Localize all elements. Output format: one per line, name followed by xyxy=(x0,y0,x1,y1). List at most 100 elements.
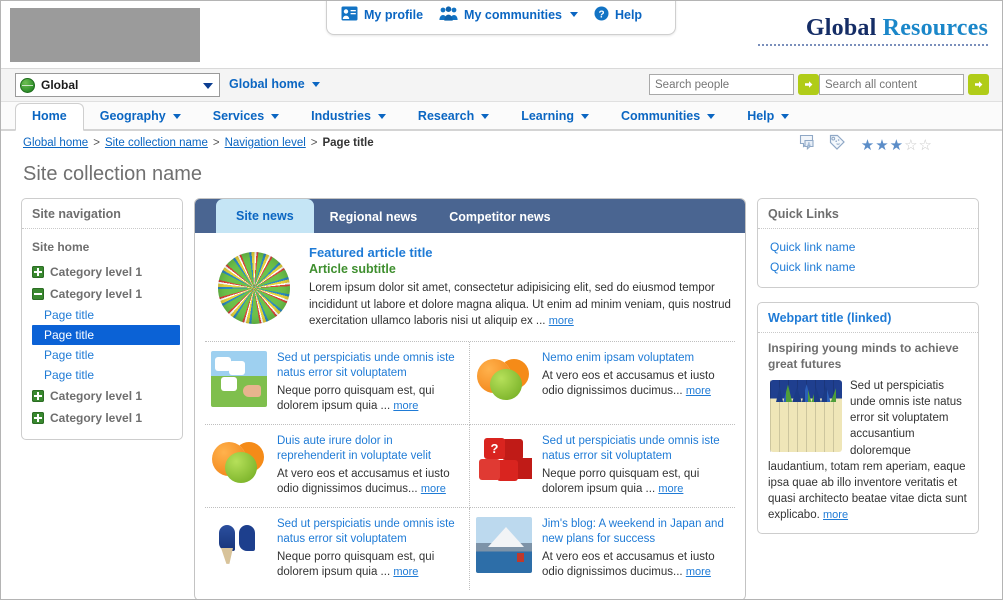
chevron-down-icon xyxy=(377,113,386,119)
sidebar-item-page-1[interactable]: Page title xyxy=(22,305,182,325)
news-tab-site-news[interactable]: Site news xyxy=(216,199,314,233)
crayons-image xyxy=(770,380,842,453)
nav-tab-label: Help xyxy=(747,109,775,123)
nav-tab-research[interactable]: Research xyxy=(402,109,505,129)
featured-article-title[interactable]: Featured article title xyxy=(309,245,731,260)
search-content-group xyxy=(819,74,989,95)
article-title[interactable]: Duis aute irure dolor in reprehenderit i… xyxy=(277,434,461,464)
utility-item-help[interactable]: ? Help xyxy=(594,6,642,24)
breadcrumb-item-current: Page title xyxy=(322,137,374,149)
chevron-down-icon xyxy=(781,113,790,119)
webpart-title-link[interactable]: Webpart title (linked) xyxy=(758,303,978,333)
breadcrumb-separator: > xyxy=(212,137,220,149)
sidebar-item-category-1[interactable]: Category level 1 xyxy=(22,261,182,283)
article-title[interactable]: Sed ut perspiciatis unde omnis iste natu… xyxy=(542,434,727,464)
breadcrumb: Global home > Site collection name > Nav… xyxy=(1,131,1002,155)
sidebar-item-page-2-selected[interactable]: Page title xyxy=(32,325,180,345)
news-tab-regional-news[interactable]: Regional news xyxy=(314,210,434,233)
chevron-down-icon xyxy=(581,113,590,119)
site-header: My profile My communities ? Help Global … xyxy=(1,1,1002,69)
sidebar-item-category-4[interactable]: Category level 1 xyxy=(22,407,182,429)
sidebar-item-category-2[interactable]: Category level 1 xyxy=(22,283,182,305)
mount-fuji-japan-image xyxy=(476,516,532,573)
nav-tab-help[interactable]: Help xyxy=(731,109,805,129)
quick-link-1[interactable]: Quick link name xyxy=(758,237,978,257)
main-navigation: Home Geography Services Industries Resea… xyxy=(1,102,1002,131)
article-title[interactable]: Jim's blog: A weekend in Japan and new p… xyxy=(542,517,727,547)
nav-tab-geography[interactable]: Geography xyxy=(84,109,197,129)
article-more-link[interactable]: more xyxy=(393,400,418,412)
nav-tab-learning[interactable]: Learning xyxy=(505,109,605,129)
globe-icon xyxy=(20,77,35,93)
plus-expand-icon[interactable] xyxy=(32,266,44,278)
article-item: Sed ut perspiciatis unde omnis iste natu… xyxy=(205,342,470,425)
nav-tab-services[interactable]: Services xyxy=(197,109,295,129)
oranges-and-apple-image xyxy=(476,351,532,407)
article-more-link[interactable]: more xyxy=(686,385,711,397)
news-tab-competitor-news[interactable]: Competitor news xyxy=(433,210,566,233)
breadcrumb-item-navigation-level[interactable]: Navigation level xyxy=(225,137,306,149)
scope-select[interactable]: Global xyxy=(15,73,220,97)
brand-primary: Global xyxy=(805,15,877,41)
tag-icon[interactable] xyxy=(827,134,846,156)
comment-icon[interactable] xyxy=(799,134,818,156)
star-icon[interactable]: ★ xyxy=(875,138,888,153)
nav-tab-label: Communities xyxy=(621,109,701,123)
sidebar-item-label: Category level 1 xyxy=(50,265,143,279)
article-more-link[interactable]: more xyxy=(421,483,446,495)
minus-collapse-icon[interactable] xyxy=(32,288,44,300)
star-icon[interactable]: ★ xyxy=(890,138,903,153)
profile-card-icon xyxy=(341,6,358,24)
brand-underline xyxy=(758,44,988,46)
breadcrumb-item-global-home[interactable]: Global home xyxy=(23,137,88,149)
quick-links-list: Quick link name Quick link name xyxy=(758,229,978,287)
webpart-lead: Inspiring young minds to achieve great f… xyxy=(768,341,959,371)
sidebar-item-page-3[interactable]: Page title xyxy=(22,345,182,365)
nav-tab-home[interactable]: Home xyxy=(15,103,84,131)
search-people-button[interactable] xyxy=(798,74,819,95)
search-content-input[interactable] xyxy=(819,74,964,95)
article-more-link[interactable]: more xyxy=(686,566,711,578)
rating-stars[interactable]: ★ ★ ★ ☆ ☆ xyxy=(861,138,932,153)
global-home-link[interactable]: Global home xyxy=(229,77,320,91)
sidebar-item-page-4[interactable]: Page title xyxy=(22,365,182,385)
site-navigation-list: Site home Category level 1 Category leve… xyxy=(22,229,182,439)
plus-expand-icon[interactable] xyxy=(32,412,44,424)
featured-more-link[interactable]: more xyxy=(549,315,574,327)
featured-article: Featured article title Article subtitle … xyxy=(205,241,735,342)
star-icon[interactable]: ☆ xyxy=(919,138,932,153)
sidebar-item-category-3[interactable]: Category level 1 xyxy=(22,385,182,407)
nav-tab-industries[interactable]: Industries xyxy=(295,109,402,129)
quick-links-panel: Quick Links Quick link name Quick link n… xyxy=(757,198,979,288)
news-webpart: Site news Regional news Competitor news xyxy=(194,198,746,599)
article-title[interactable]: Sed ut perspiciatis unde omnis iste natu… xyxy=(277,517,461,547)
logo-placeholder xyxy=(10,8,200,62)
news-tab-label: Regional news xyxy=(329,210,418,224)
sidebar-item-site-home[interactable]: Site home xyxy=(22,237,182,261)
utility-item-my-profile[interactable]: My profile xyxy=(341,6,423,24)
star-icon[interactable]: ★ xyxy=(861,138,874,153)
article-more-link[interactable]: more xyxy=(393,566,418,578)
quick-link-2[interactable]: Quick link name xyxy=(758,257,978,277)
nav-tab-label: Learning xyxy=(521,109,575,123)
question-circle-icon: ? xyxy=(594,6,609,24)
utility-item-my-communities[interactable]: My communities xyxy=(439,5,578,24)
plus-expand-icon[interactable] xyxy=(32,390,44,402)
breadcrumb-item-site-collection[interactable]: Site collection name xyxy=(105,137,208,149)
webpart-more-link[interactable]: more xyxy=(823,509,848,521)
search-people-input[interactable] xyxy=(649,74,794,95)
search-content-button[interactable] xyxy=(968,74,989,95)
nav-tab-communities[interactable]: Communities xyxy=(605,109,731,129)
people-group-icon xyxy=(439,5,458,24)
star-icon[interactable]: ☆ xyxy=(904,138,917,153)
nav-tab-label: Industries xyxy=(311,109,371,123)
article-more-link[interactable]: more xyxy=(658,483,683,495)
nav-tab-label: Services xyxy=(212,109,265,123)
global-home-label: Global home xyxy=(229,77,305,91)
article-title[interactable]: Sed ut perspiciatis unde omnis iste natu… xyxy=(277,351,461,381)
sidebar-item-label: Category level 1 xyxy=(50,287,143,301)
article-item: Nemo enim ipsam voluptatem At vero eos e… xyxy=(470,342,735,425)
article-title[interactable]: Nemo enim ipsam voluptatem xyxy=(542,351,727,366)
utility-nav: My profile My communities ? Help xyxy=(326,1,676,35)
brand-logo: Global Resources xyxy=(758,15,988,46)
